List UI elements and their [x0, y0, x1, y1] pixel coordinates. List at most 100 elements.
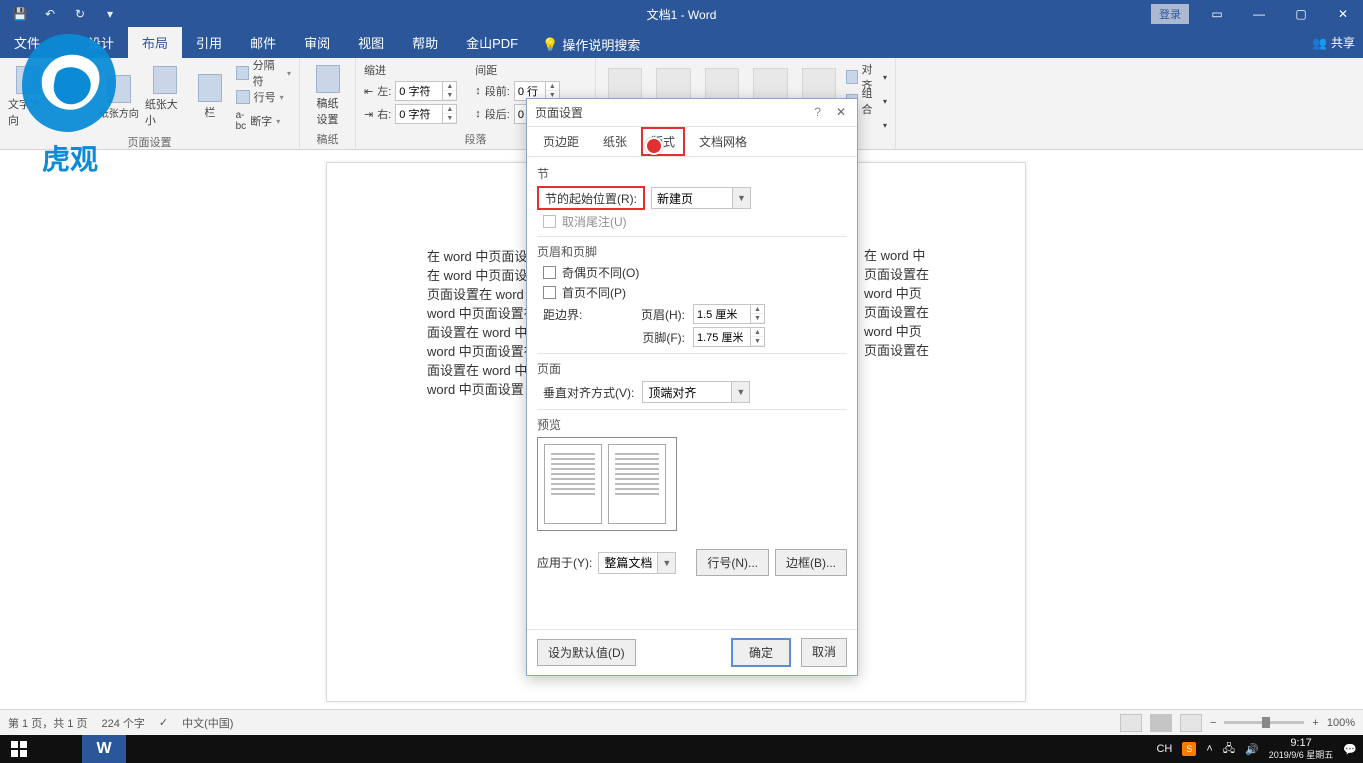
tray-clock[interactable]: 9:17 2019/9/6 星期五 — [1269, 737, 1334, 761]
tab-file[interactable]: 文件 — [0, 27, 54, 58]
valign-combo[interactable]: ▼ — [642, 381, 750, 403]
chevron-down-icon[interactable]: ▼ — [731, 382, 749, 402]
section-start-input[interactable] — [652, 191, 732, 205]
chevron-down-icon[interactable]: ▼ — [657, 553, 675, 573]
zoom-slider-thumb[interactable] — [1262, 717, 1270, 728]
dialog-help-icon[interactable]: ? — [814, 105, 821, 119]
manuscript-button[interactable]: 稿纸 设置 — [308, 62, 347, 129]
status-page[interactable]: 第 1 页，共 1 页 — [8, 715, 87, 731]
tray-ime[interactable]: CH — [1156, 743, 1172, 755]
login-button[interactable]: 登录 — [1151, 4, 1189, 24]
zoom-in-icon[interactable]: + — [1312, 717, 1318, 729]
first-page-checkbox[interactable]: 首页不同(P) — [543, 284, 847, 301]
tab-margins[interactable]: 页边距 — [533, 127, 589, 156]
tab-grid[interactable]: 文档网格 — [689, 127, 757, 156]
maximize-icon[interactable]: ▢ — [1281, 0, 1321, 28]
section-start-combo[interactable]: ▼ — [651, 187, 751, 209]
odd-even-checkbox[interactable]: 奇偶页不同(O) — [543, 264, 847, 281]
footer-input[interactable] — [694, 331, 750, 343]
tell-me[interactable]: 💡 操作说明搜索 — [532, 31, 650, 58]
tray-notifications-icon[interactable]: 💬 — [1343, 743, 1357, 756]
columns-button[interactable]: 栏 — [190, 62, 229, 132]
start-button[interactable] — [0, 735, 38, 763]
margins-button[interactable]: 页边距 — [53, 62, 92, 132]
header-spinner[interactable]: ▲▼ — [693, 304, 765, 324]
status-word-count[interactable]: 224 个字 — [101, 715, 144, 731]
line-numbers-button[interactable]: 行号▾ — [236, 86, 291, 108]
cancel-button[interactable]: 取消 — [801, 638, 847, 667]
qat-customize-icon[interactable]: ▾ — [96, 2, 124, 26]
up-icon[interactable]: ▲ — [751, 328, 764, 337]
share-button[interactable]: 👥 共享 — [1312, 34, 1355, 51]
tab-paper[interactable]: 纸张 — [593, 127, 637, 156]
title-bar: 💾 ↶ ↻ ▾ 文档1 - Word 登录 ▭ — ▢ ✕ — [0, 0, 1363, 28]
indent-right-spinner[interactable]: ▲▼ — [395, 104, 457, 124]
apply-to-combo[interactable]: ▼ — [598, 552, 676, 574]
zoom-out-icon[interactable]: − — [1210, 717, 1216, 729]
zoom-level[interactable]: 100% — [1327, 717, 1355, 729]
down-icon[interactable]: ▼ — [751, 337, 764, 346]
tray-network-icon[interactable]: 🖧 — [1223, 740, 1235, 759]
up-icon[interactable]: ▲ — [443, 82, 456, 91]
tab-jinshanpdf[interactable]: 金山PDF — [452, 27, 532, 58]
indent-left-spinner[interactable]: ▲▼ — [395, 81, 457, 101]
view-read-mode-button[interactable] — [1120, 714, 1142, 732]
down-icon[interactable]: ▼ — [751, 314, 764, 323]
status-proofing-icon[interactable]: ✓ — [159, 716, 168, 729]
view-print-layout-button[interactable] — [1150, 714, 1172, 732]
tab-design[interactable]: 设计 — [74, 27, 128, 58]
redo-icon[interactable]: ↻ — [66, 2, 94, 26]
footer-spinner[interactable]: ▲▼ — [693, 327, 765, 347]
tray-date: 2019/9/6 星期五 — [1269, 749, 1334, 761]
dialog-close-icon[interactable]: ✕ — [833, 105, 849, 119]
tray-volume-icon[interactable]: 🔊 — [1245, 743, 1259, 756]
breaks-button[interactable]: 分隔符▾ — [236, 62, 291, 84]
ribbon-tabs: 文件 设计 布局 引用 邮件 审阅 视图 帮助 金山PDF 💡 操作说明搜索 👥… — [0, 28, 1363, 58]
hyphenation-button[interactable]: a-bc断字▾ — [236, 110, 291, 132]
space-before-input[interactable] — [515, 85, 545, 97]
up-icon[interactable]: ▲ — [443, 105, 456, 114]
up-icon[interactable]: ▲ — [751, 305, 764, 314]
valign-input[interactable] — [643, 385, 731, 399]
apply-to-input[interactable] — [599, 556, 657, 570]
tab-help[interactable]: 帮助 — [398, 27, 452, 58]
taskbar-app-1[interactable] — [38, 735, 82, 763]
close-icon[interactable]: ✕ — [1323, 0, 1363, 28]
tray-sogou-icon[interactable]: S — [1182, 742, 1196, 756]
set-default-button[interactable]: 设为默认值(D) — [537, 639, 636, 666]
zoom-slider[interactable] — [1224, 721, 1304, 724]
preview-page-right — [608, 444, 666, 524]
tab-references[interactable]: 引用 — [182, 27, 236, 58]
size-button[interactable]: 纸张大小 — [145, 62, 184, 132]
text-direction-icon — [16, 66, 40, 94]
annotation-cursor-icon — [645, 137, 663, 155]
view-web-layout-button[interactable] — [1180, 714, 1202, 732]
minimize-icon[interactable]: — — [1239, 0, 1279, 28]
down-icon[interactable]: ▼ — [443, 114, 456, 123]
status-language[interactable]: 中文(中国) — [182, 715, 233, 731]
down-icon[interactable]: ▼ — [443, 91, 456, 100]
dialog-titlebar[interactable]: 页面设置 ? ✕ — [527, 99, 857, 127]
taskbar-word-button[interactable]: W — [82, 735, 126, 763]
tray-chevron-icon[interactable]: ˄ — [1206, 743, 1212, 755]
indent-right-input[interactable] — [396, 108, 442, 120]
ok-button[interactable]: 确定 — [731, 638, 791, 667]
up-icon[interactable]: ▲ — [546, 82, 559, 91]
header-input[interactable] — [694, 308, 750, 320]
tab-mailings[interactable]: 邮件 — [236, 27, 290, 58]
manuscript-label: 稿纸 设置 — [317, 95, 339, 127]
suppress-endnotes-checkbox[interactable]: 取消尾注(U) — [543, 213, 847, 230]
line-numbers-dialog-button[interactable]: 行号(N)... — [696, 549, 769, 576]
tray-time: 9:17 — [1269, 737, 1334, 749]
borders-dialog-button[interactable]: 边框(B)... — [775, 549, 847, 576]
text-direction-button[interactable]: 文字方向 — [8, 62, 47, 132]
orientation-button[interactable]: 纸张方向 — [99, 62, 139, 132]
save-icon[interactable]: 💾 — [6, 2, 34, 26]
ribbon-options-icon[interactable]: ▭ — [1197, 0, 1237, 28]
tab-view[interactable]: 视图 — [344, 27, 398, 58]
undo-icon[interactable]: ↶ — [36, 2, 64, 26]
chevron-down-icon[interactable]: ▼ — [732, 188, 750, 208]
tab-review[interactable]: 审阅 — [290, 27, 344, 58]
indent-left-input[interactable] — [396, 85, 442, 97]
tab-layout[interactable]: 布局 — [128, 27, 182, 58]
